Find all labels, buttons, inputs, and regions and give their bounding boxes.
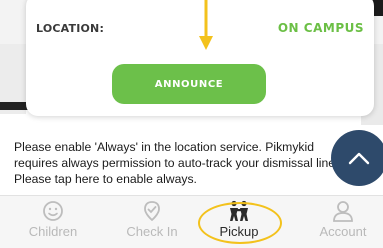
check-in-icon	[139, 200, 165, 222]
tab-check-in[interactable]: Check In	[112, 200, 192, 246]
chevron-up-icon	[348, 152, 370, 165]
tab-label: Account	[319, 224, 367, 239]
tab-children[interactable]: Children	[13, 200, 93, 246]
tab-account[interactable]: Account	[303, 200, 383, 246]
app-screen: LOCATION: ON CAMPUS ANNOUNCE Please enab…	[0, 0, 383, 248]
announce-button[interactable]: ANNOUNCE	[112, 64, 266, 104]
account-icon	[330, 200, 356, 222]
arrow-down-icon	[199, 0, 213, 50]
children-icon	[40, 200, 66, 222]
bottom-tab-bar: Children Check In Pickup Account	[0, 195, 383, 248]
tab-label: Check In	[126, 224, 178, 239]
tab-label: Children	[28, 224, 78, 239]
background-divider	[0, 102, 28, 110]
notice-text[interactable]: Please enable 'Always' in the location s…	[14, 139, 354, 187]
location-permission-notice[interactable]: Please enable 'Always' in the location s…	[0, 125, 383, 195]
location-status: ON CAMPUS	[277, 21, 364, 35]
location-label: LOCATION:	[36, 22, 105, 35]
scroll-up-button[interactable]	[331, 130, 383, 186]
location-card: LOCATION: ON CAMPUS ANNOUNCE	[26, 0, 374, 116]
pickup-highlight-ring	[198, 202, 282, 244]
